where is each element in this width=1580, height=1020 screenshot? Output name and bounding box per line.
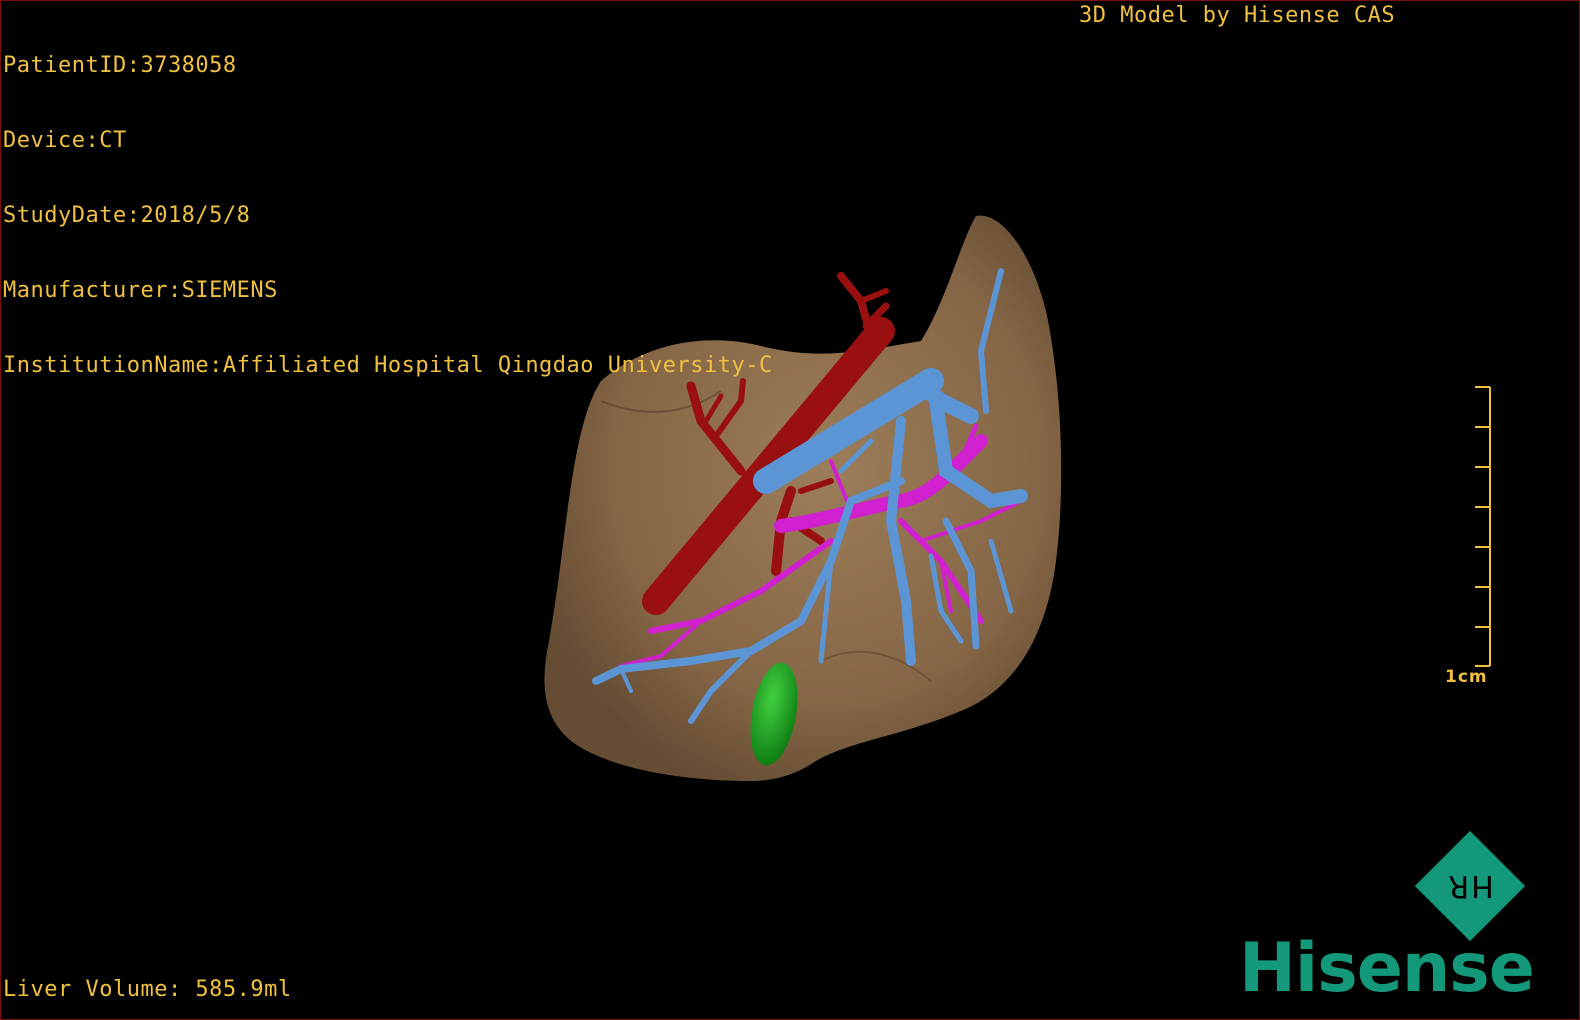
hisense-logo-mark-icon: HR xyxy=(1414,830,1526,942)
scale-bar-label: 1cm xyxy=(1445,667,1488,687)
hisense-logo: Hisense xyxy=(1239,929,1535,1008)
3d-viewport[interactable]: PatientID:3738058 Device:CT StudyDate:20… xyxy=(0,0,1580,1020)
logo-mark-text: HR xyxy=(1446,868,1494,904)
manufacturer-text: Manufacturer:SIEMENS xyxy=(3,278,278,303)
device-text: Device:CT xyxy=(3,128,127,153)
patient-id-text: PatientID:3738058 xyxy=(3,53,237,78)
scale-bar xyxy=(1475,386,1491,667)
institution-text: InstitutionName:Affiliated Hospital Qing… xyxy=(3,353,773,378)
liver-volume-text: Liver Volume: 585.9ml xyxy=(3,977,292,1002)
model-credit-text: 3D Model by Hisense CAS xyxy=(1079,3,1396,28)
study-date-text: StudyDate:2018/5/8 xyxy=(3,203,251,228)
dicom-info-overlay: PatientID:3738058 Device:CT StudyDate:20… xyxy=(3,3,773,428)
